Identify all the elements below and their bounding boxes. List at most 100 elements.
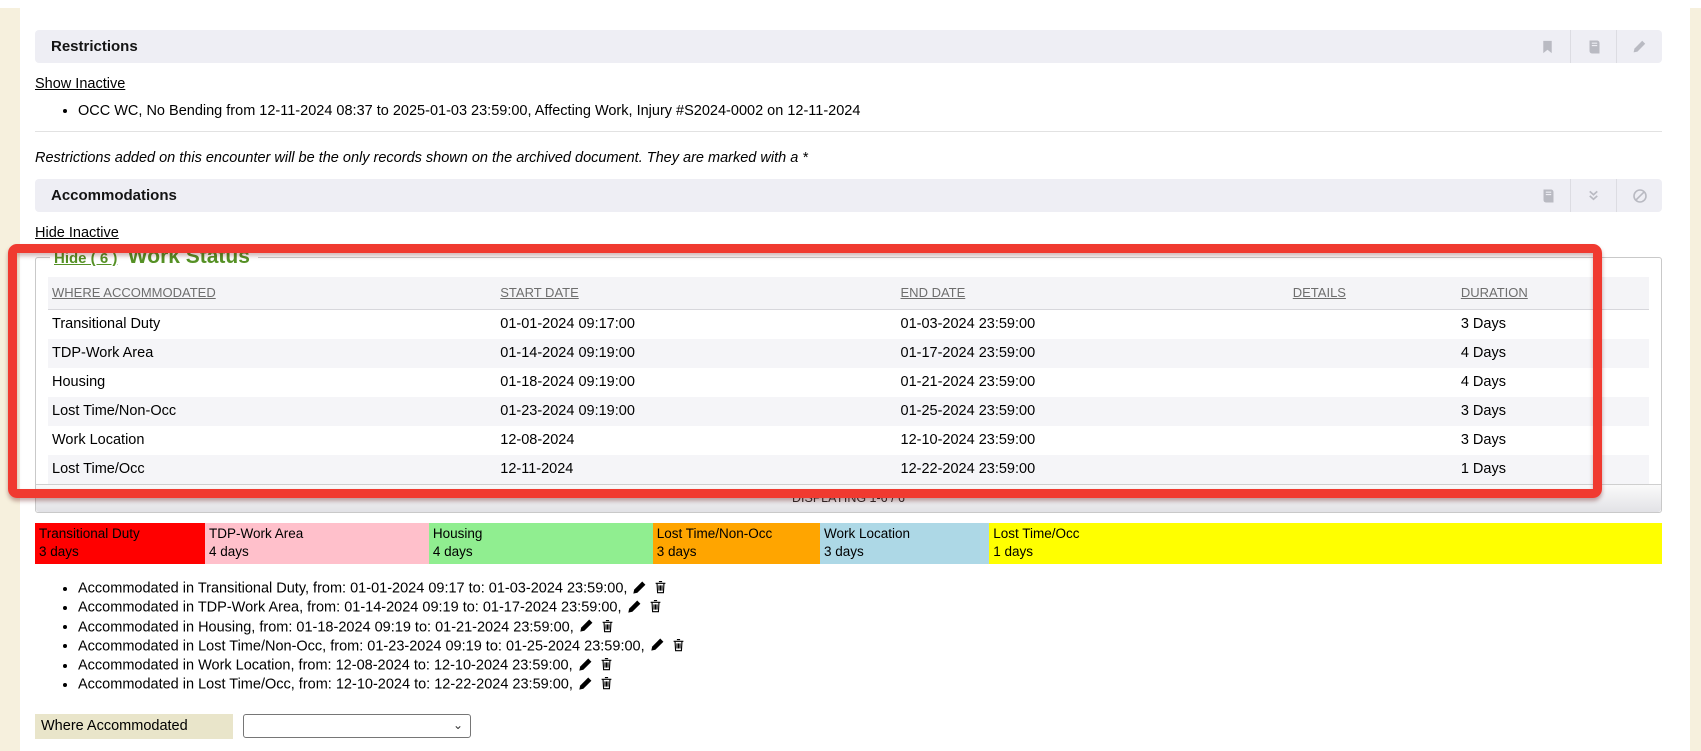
cell-where: Transitional Duty [48,310,496,340]
restrictions-header-icons [1524,30,1662,63]
timeline-segment-label: Lost Time/Non-Occ [657,525,817,543]
entry-text: Accommodated in Lost Time/Non-Occ, from:… [78,638,645,654]
restrictions-header: Restrictions [35,30,1662,63]
delete-icon[interactable] [653,579,668,595]
table-row[interactable]: Housing 01-18-2024 09:19:00 01-21-2024 2… [48,368,1649,397]
timeline-segment-days: 1 days [993,543,1659,561]
table-header-row: WHERE ACCOMMODATED START DATE END DATE D… [48,277,1649,310]
show-inactive-link[interactable]: Show Inactive [35,76,125,92]
edit-icon[interactable] [578,657,593,672]
cell-duration: 1 Days [1457,455,1649,484]
work-status-legend: Hide ( 6 ) Work Status [50,245,258,269]
delete-icon[interactable] [599,675,614,691]
timeline-segment-label: Housing [433,525,650,543]
cell-where: Housing [48,368,496,397]
entry-text: Accommodated in TDP-Work Area, from: 01-… [78,600,622,616]
timeline-segment-label: TDP-Work Area [209,525,426,543]
accommodation-entries: Accommodated in Transitional Duty, from:… [35,579,1662,695]
restrictions-title: Restrictions [51,38,138,55]
cell-end: 01-17-2024 23:59:00 [897,339,1289,368]
table-row[interactable]: Lost Time/Occ 12-11-2024 12-22-2024 23:5… [48,455,1649,484]
top-strip [0,0,1701,8]
hide-inactive-link[interactable]: Hide Inactive [35,225,119,241]
cell-duration: 4 Days [1457,339,1649,368]
timeline-segment-label: Work Location [824,525,986,543]
timeline-segment-days: 4 days [433,543,650,561]
cell-end: 12-10-2024 23:59:00 [897,426,1289,455]
list-item: Accommodated in Transitional Duty, from:… [78,579,1662,598]
timeline-segment-label: Lost Time/Occ [993,525,1659,543]
collapse-icon[interactable] [1570,179,1616,212]
cell-start: 01-01-2024 09:17:00 [496,310,896,340]
cell-end: 01-25-2024 23:59:00 [897,397,1289,426]
cell-details [1289,310,1457,340]
column-start-date[interactable]: START DATE [500,285,579,300]
restriction-item: OCC WC, No Bending from 12-11-2024 08:37… [78,102,1662,121]
work-status-title: Work Status [128,245,250,268]
where-accommodated-label: Where Accommodated [35,714,233,739]
cell-details [1289,339,1457,368]
cancel-icon[interactable] [1616,179,1662,212]
cell-details [1289,455,1457,484]
cell-where: TDP-Work Area [48,339,496,368]
cell-end: 01-21-2024 23:59:00 [897,368,1289,397]
where-accommodated-row: Where Accommodated ⌄ [35,714,1662,739]
accommodations-header: Accommodations [35,179,1662,212]
column-end-date[interactable]: END DATE [901,285,966,300]
book-icon[interactable] [1570,30,1616,63]
timeline-segment: Lost Time/Non-Occ 3 days [653,523,820,564]
where-accommodated-select[interactable]: ⌄ [243,714,471,738]
delete-icon[interactable] [600,618,615,634]
cell-start: 12-11-2024 [496,455,896,484]
divider [35,131,1662,132]
table-row[interactable]: Transitional Duty 01-01-2024 09:17:00 01… [48,310,1649,340]
column-where-accommodated[interactable]: WHERE ACCOMMODATED [52,285,216,300]
book-icon[interactable] [1524,179,1570,212]
table-row[interactable]: Lost Time/Non-Occ 01-23-2024 09:19:00 01… [48,397,1649,426]
edit-icon[interactable] [632,580,647,595]
edit-icon[interactable] [627,599,642,614]
delete-icon[interactable] [599,656,614,672]
entry-text: Accommodated in Housing, from: 01-18-202… [78,619,574,635]
restrictions-list: OCC WC, No Bending from 12-11-2024 08:37… [35,102,1662,121]
edit-icon[interactable] [650,637,665,652]
edit-icon[interactable] [578,676,593,691]
accommodations-header-icons [1524,179,1662,212]
cell-details [1289,397,1457,426]
timeline-segment: Work Location 3 days [820,523,989,564]
timeline-segment: Housing 4 days [429,523,653,564]
timeline-segment-days: 3 days [824,543,986,561]
work-status-hide-link[interactable]: Hide ( 6 ) [54,250,117,267]
column-details[interactable]: DETAILS [1293,285,1346,300]
cell-start: 01-23-2024 09:19:00 [496,397,896,426]
list-item: Accommodated in Lost Time/Non-Occ, from:… [78,637,1662,656]
list-item: Accommodated in Housing, from: 01-18-202… [78,618,1662,637]
cell-start: 12-08-2024 [496,426,896,455]
bookmark-icon[interactable] [1524,30,1570,63]
entry-text: Accommodated in Work Location, from: 12-… [78,658,573,674]
cell-end: 12-22-2024 23:59:00 [897,455,1289,484]
list-item: Accommodated in Work Location, from: 12-… [78,656,1662,675]
cell-duration: 4 Days [1457,368,1649,397]
delete-icon[interactable] [671,637,686,653]
cell-where: Work Location [48,426,496,455]
accommodations-title: Accommodations [51,187,177,204]
entry-text: Accommodated in Transitional Duty, from:… [78,581,627,597]
delete-icon[interactable] [648,598,663,614]
cell-end: 01-03-2024 23:59:00 [897,310,1289,340]
timeline-segment-label: Transitional Duty [39,525,202,543]
table-row[interactable]: TDP-Work Area 01-14-2024 09:19:00 01-17-… [48,339,1649,368]
list-item: Accommodated in Lost Time/Occ, from: 12-… [78,675,1662,694]
timeline-segment: Transitional Duty 3 days [35,523,205,564]
paging-status: DISPLAYING 1-6 / 6 [36,484,1661,512]
chevron-down-icon: ⌄ [453,718,463,732]
column-duration[interactable]: DURATION [1461,285,1528,300]
timeline-segment-days: 3 days [657,543,817,561]
edit-icon[interactable] [579,618,594,633]
cell-start: 01-14-2024 09:19:00 [496,339,896,368]
work-status-fieldset: Hide ( 6 ) Work Status WHERE ACCOMMODATE… [35,245,1662,513]
cell-details [1289,368,1457,397]
cell-duration: 3 Days [1457,397,1649,426]
edit-icon[interactable] [1616,30,1662,63]
table-row[interactable]: Work Location 12-08-2024 12-10-2024 23:5… [48,426,1649,455]
